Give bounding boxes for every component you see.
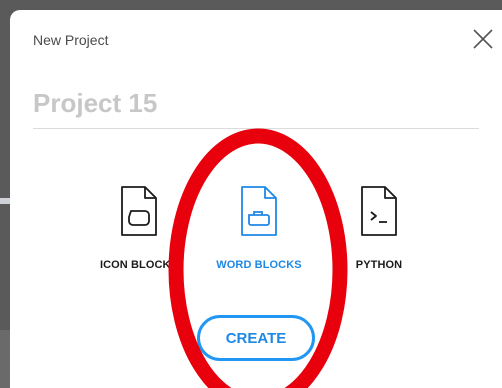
option-icon-blocks[interactable]: ICON BLOCKS	[74, 185, 204, 271]
project-name-input[interactable]	[33, 78, 479, 129]
word-blocks-file-icon	[241, 186, 277, 236]
new-project-dialog: New Project ICON BLOCKS WORD BLOCKS PYTH…	[10, 10, 502, 388]
background-panel-left	[0, 198, 10, 204]
option-word-blocks[interactable]: WORD BLOCKS	[194, 185, 324, 271]
option-label-word-blocks: WORD BLOCKS	[216, 259, 302, 271]
close-icon[interactable]	[470, 26, 496, 52]
option-python[interactable]: PYTHON	[314, 185, 444, 271]
create-button[interactable]: CREATE	[197, 315, 315, 361]
icon-blocks-file-icon	[121, 186, 157, 236]
python-file-icon	[361, 186, 397, 236]
option-label-python: PYTHON	[355, 259, 403, 271]
background-panel-bottom	[0, 330, 10, 388]
option-label-icon-blocks: ICON BLOCKS	[99, 259, 179, 271]
dialog-title: New Project	[33, 32, 109, 48]
